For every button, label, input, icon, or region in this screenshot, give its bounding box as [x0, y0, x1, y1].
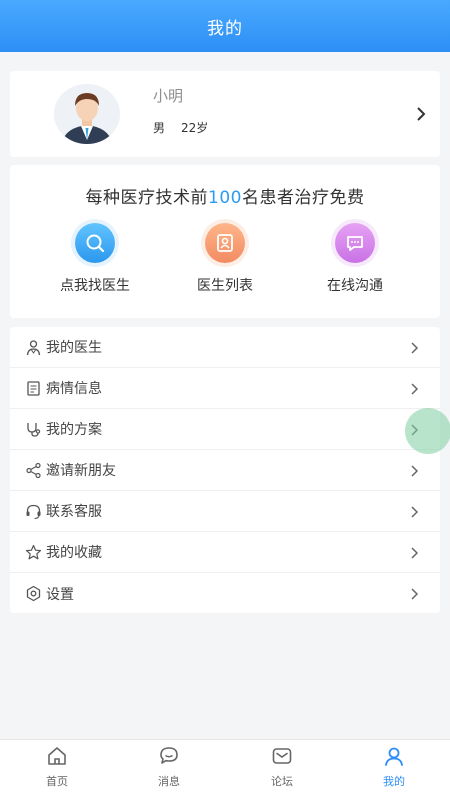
profile-gender: 男 [153, 121, 166, 135]
chevron-right-icon [411, 342, 419, 354]
tab-messages[interactable]: 消息 [139, 744, 199, 794]
online-chat-button[interactable]: 在线沟通 [300, 223, 410, 303]
menu-label: 邀请新朋友 [46, 463, 116, 479]
menu-list: 我的医生 病情信息 我的方案 邀请新朋友 联系客服 我的收藏 设置 [10, 327, 440, 613]
menu-item-favorites[interactable]: 我的收藏 [10, 532, 440, 573]
search-icon [75, 223, 115, 263]
chevron-right-icon [411, 383, 419, 395]
menu-label: 我的收藏 [46, 545, 102, 561]
menu-item-customer-service[interactable]: 联系客服 [10, 491, 440, 532]
menu-label: 我的医生 [46, 340, 102, 356]
doctor-icon [26, 340, 41, 356]
doctor-list-button[interactable]: 医生列表 [170, 223, 280, 303]
menu-item-condition-info[interactable]: 病情信息 [10, 368, 440, 409]
menu-item-settings[interactable]: 设置 [10, 573, 440, 614]
star-icon [25, 544, 42, 560]
chevron-right-icon [411, 547, 419, 559]
forum-icon [272, 748, 292, 764]
tab-label: 我的 [383, 775, 405, 788]
chat-icon [335, 223, 375, 263]
app-header: 我的 [0, 0, 450, 52]
profile-age: 22岁 [181, 121, 209, 135]
find-doctor-button[interactable]: 点我找医生 [40, 223, 150, 303]
promo-headline-text: 每种医疗技术前 [85, 188, 209, 208]
tab-label: 消息 [158, 775, 180, 788]
message-icon [160, 747, 178, 764]
avatar [54, 84, 120, 144]
doctor-list-icon [205, 223, 245, 263]
promo-card: 每种医疗技术前100名患者治疗免费 点我找医生 医生列表 在线沟通 [10, 165, 440, 318]
menu-label: 病情信息 [46, 381, 102, 397]
headset-icon [26, 504, 41, 520]
document-icon [27, 381, 40, 396]
menu-label: 联系客服 [46, 504, 102, 520]
chevron-right-icon [411, 506, 419, 518]
share-icon [26, 462, 41, 479]
tab-label: 首页 [46, 775, 68, 788]
profile-card[interactable]: 小明 男 22岁 [10, 71, 440, 157]
tab-home[interactable]: 首页 [27, 744, 87, 794]
touch-indicator [405, 408, 450, 454]
menu-item-invite-friends[interactable]: 邀请新朋友 [10, 450, 440, 491]
promo-highlight-number: 100 [208, 188, 242, 208]
menu-label: 我的方案 [46, 422, 102, 438]
settings-icon [26, 585, 41, 602]
doctor-list-label: 医生列表 [197, 278, 253, 294]
chevron-right-icon[interactable] [414, 105, 428, 123]
find-doctor-label: 点我找医生 [60, 278, 130, 294]
menu-label: 设置 [46, 586, 74, 603]
menu-item-my-plan[interactable]: 我的方案 [10, 409, 440, 450]
stethoscope-icon [27, 423, 41, 437]
chevron-right-icon [411, 465, 419, 477]
menu-item-my-doctors[interactable]: 我的医生 [10, 327, 440, 368]
promo-headline-text: 名患者治疗免费 [241, 188, 365, 208]
user-icon [385, 747, 403, 766]
page-title: 我的 [207, 18, 243, 39]
tab-forum[interactable]: 论坛 [252, 744, 312, 794]
online-chat-label: 在线沟通 [327, 278, 383, 294]
chevron-right-icon [411, 588, 419, 600]
promo-headline: 每种医疗技术前100名患者治疗免费 [10, 183, 440, 208]
tab-mine[interactable]: 我的 [364, 744, 424, 794]
bottom-tab-bar: 首页 消息 论坛 我的 [0, 739, 450, 800]
tab-label: 论坛 [271, 775, 293, 788]
profile-name: 小明 [153, 87, 184, 105]
home-icon [48, 747, 66, 765]
